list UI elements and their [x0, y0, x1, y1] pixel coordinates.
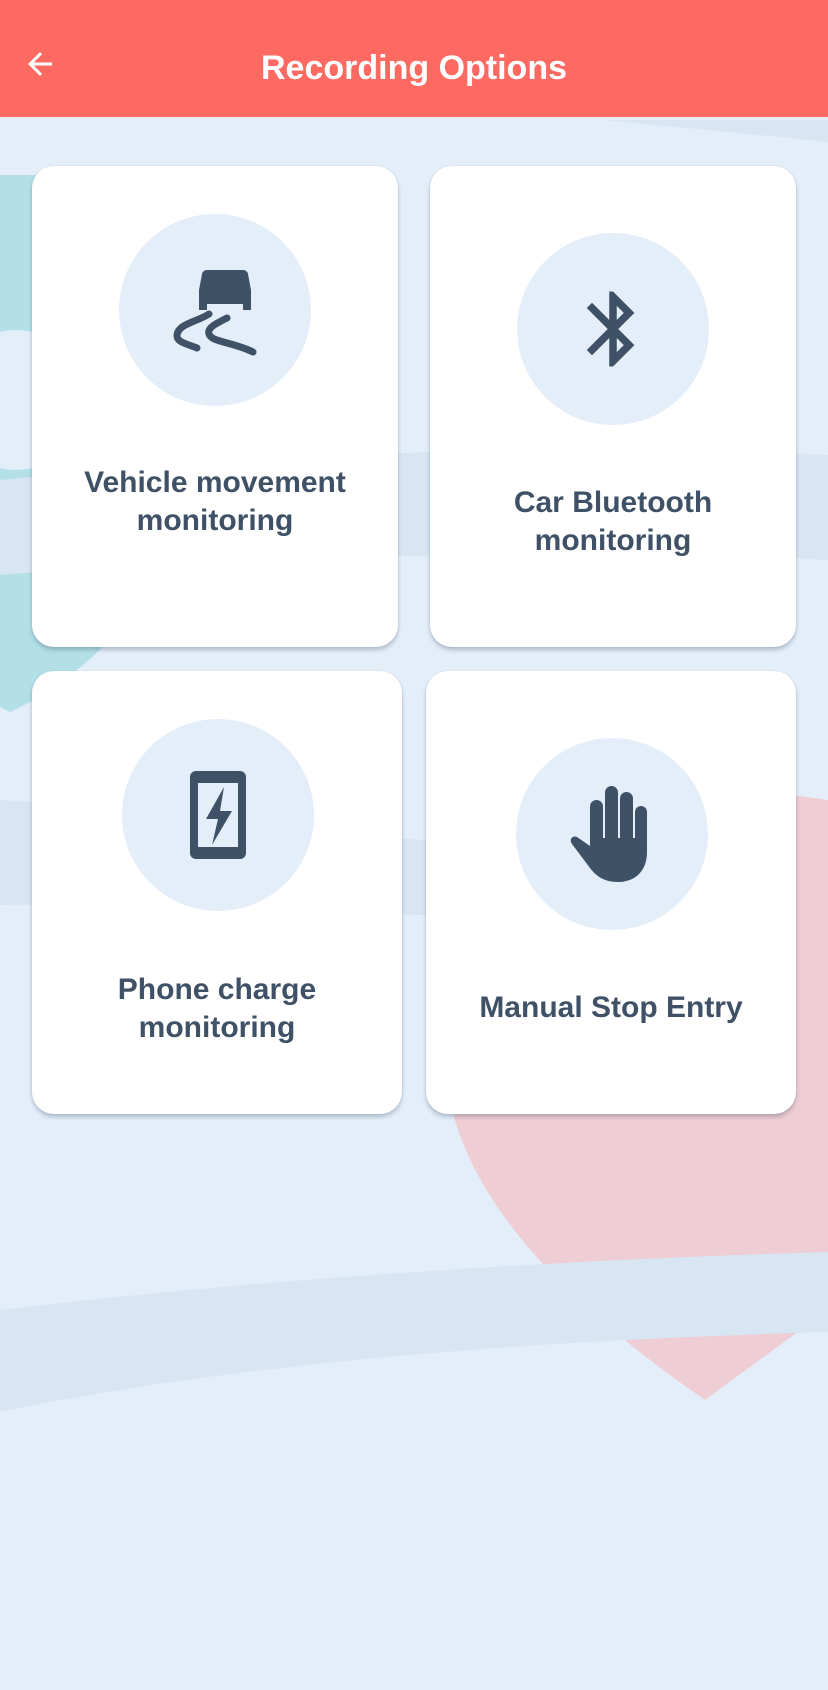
option-label: Manual Stop Entry — [479, 991, 743, 1024]
icon-circle — [516, 738, 708, 930]
option-label: Vehicle movement monitoring — [84, 466, 346, 537]
option-card-vehicle-movement[interactable]: Vehicle movement monitoring — [32, 166, 398, 647]
phone-charging-icon — [190, 771, 246, 859]
icon-circle — [119, 214, 311, 406]
icon-circle — [122, 719, 314, 911]
hand-stop-icon — [570, 786, 647, 882]
icon-circle — [517, 233, 709, 425]
option-card-manual-stop[interactable]: Manual Stop Entry — [426, 671, 796, 1114]
option-label: Car Bluetooth monitoring — [513, 486, 713, 557]
app-bar: Recording Options — [0, 0, 828, 117]
option-card-car-bluetooth[interactable]: Car Bluetooth monitoring — [430, 166, 796, 647]
option-card-phone-charge[interactable]: Phone charge monitoring — [32, 671, 402, 1114]
car-skid-icon — [173, 270, 257, 356]
page-title: Recording Options — [261, 49, 567, 87]
option-label: Phone charge monitoring — [117, 973, 317, 1044]
bluetooth-icon — [586, 291, 635, 367]
